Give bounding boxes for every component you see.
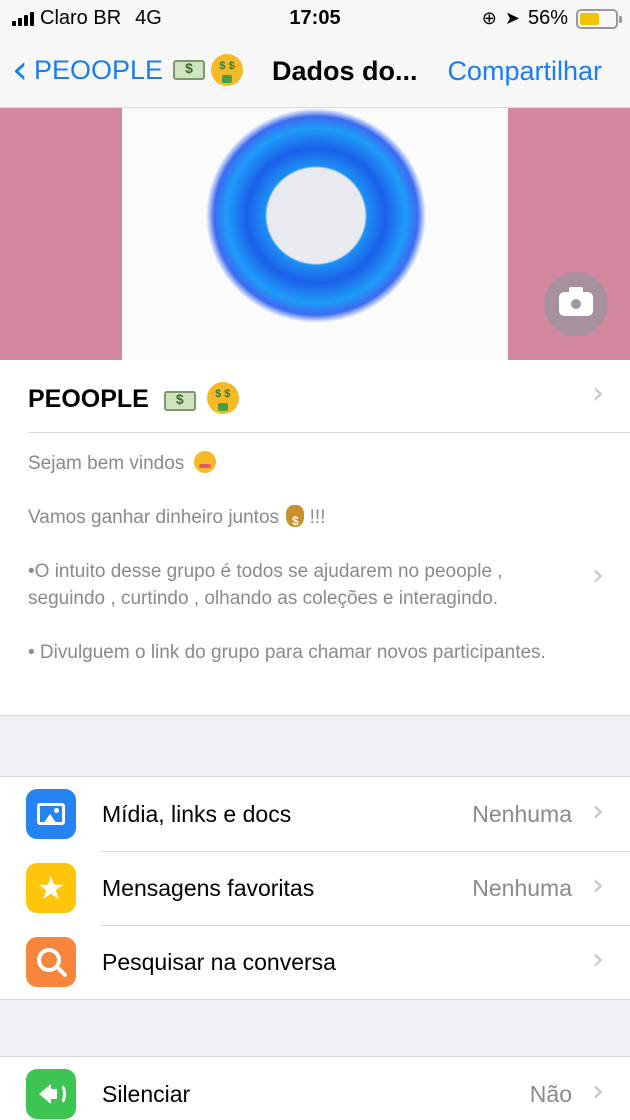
battery-icon (576, 8, 622, 29)
back-button[interactable]: ‹ PEOOPLE (12, 47, 244, 93)
location-arrow-icon: ➤ (504, 8, 520, 29)
group-photo-header (0, 108, 630, 360)
media-links-docs-row[interactable]: Mídia, links e docs Nenhuma › (0, 777, 630, 851)
mute-label: Silenciar (102, 1081, 191, 1107)
starred-messages-value: Nenhuma (472, 875, 572, 901)
divider (28, 432, 630, 433)
chevron-right-icon: › (592, 942, 604, 977)
battery-percent: 56% (527, 7, 568, 29)
group-name-row[interactable]: PEOOPLE › (0, 360, 630, 432)
money-mouth-face-emoji (206, 382, 239, 414)
search-chat-label: Pesquisar na conversa (102, 949, 336, 975)
back-button-label: PEOOPLE (34, 54, 164, 85)
dollar-banknote-emoji (163, 391, 196, 411)
search-icon (26, 937, 76, 987)
mute-row[interactable]: Silenciar Não › (0, 1057, 630, 1120)
camera-icon (559, 287, 593, 316)
page-title: Dados do... (272, 56, 418, 86)
chat-options-list: Mídia, links e docs Nenhuma › ★ Mensagen… (0, 776, 630, 1000)
starred-messages-row[interactable]: ★ Mensagens favoritas Nenhuma › (0, 851, 630, 925)
photo-icon (26, 789, 76, 839)
search-chat-row[interactable]: Pesquisar na conversa › (0, 925, 630, 999)
group-name: PEOOPLE (28, 382, 239, 414)
chevron-right-icon: › (592, 376, 604, 411)
media-links-docs-label: Mídia, links e docs (102, 801, 292, 827)
group-photo[interactable] (122, 108, 508, 360)
media-links-docs-value: Nenhuma (472, 801, 572, 827)
change-photo-button[interactable] (544, 272, 608, 336)
group-description[interactable]: Sejam bem vindos Vamos ganhar dinheiro j… (28, 450, 580, 693)
screen-rotation-lock-icon: ⊕ (481, 8, 497, 29)
chevron-right-icon: › (592, 558, 604, 593)
money-bag-emoji (286, 505, 305, 535)
chevron-right-icon: › (592, 794, 604, 829)
speaker-icon (26, 1069, 76, 1119)
chevron-right-icon: › (592, 1074, 604, 1109)
money-mouth-face-emoji (211, 54, 244, 86)
description-line: •O intuito desse grupo é todos se ajudar… (28, 561, 503, 609)
share-button[interactable]: Compartilhar (447, 56, 602, 87)
description-line: Vamos ganhar dinheiro juntos !!! (28, 504, 580, 535)
notification-options-list: Silenciar Não › (0, 1056, 630, 1120)
battery-level (580, 12, 600, 25)
chevron-right-icon: › (592, 868, 604, 903)
group-name-text: PEOOPLE (28, 385, 149, 413)
dollar-banknote-emoji (173, 60, 206, 80)
star-icon: ★ (26, 863, 76, 913)
description-line: • Divulguem o link do grupo para chamar … (28, 642, 546, 663)
status-right: ⊕ ➤ 56% (481, 7, 622, 30)
status-bar: Claro BR 4G 17:05 ⊕ ➤ 56% (0, 0, 630, 36)
chevron-left-icon: ‹ (12, 47, 28, 93)
navigation-bar: ‹ PEOOPLE Dados do... Compartilhar (0, 36, 630, 108)
mute-value: Não (529, 1081, 572, 1107)
starred-messages-label: Mensagens favoritas (102, 875, 315, 901)
blue-ring-logo (172, 108, 460, 356)
description-line: Sejam bem vindos (28, 450, 580, 477)
group-info-panel: PEOOPLE › Sejam bem vindos Vamos ganhar … (0, 360, 630, 716)
smiling-face-with-hearts-emoji (193, 451, 216, 473)
